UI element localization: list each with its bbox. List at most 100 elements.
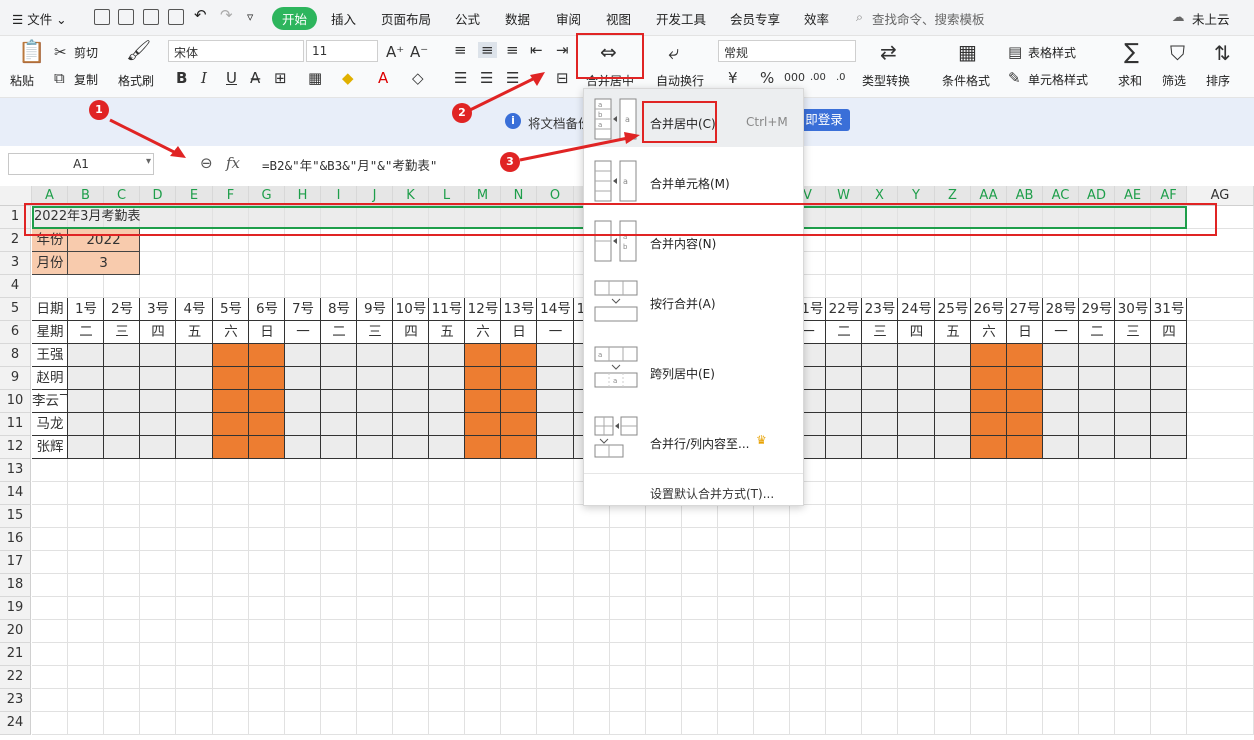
cell[interactable] (429, 551, 465, 574)
wrap-text-button[interactable]: 自动换行 (656, 72, 704, 89)
cell[interactable] (1115, 252, 1151, 275)
cell[interactable] (537, 505, 574, 528)
cell[interactable] (249, 367, 285, 390)
cell[interactable] (610, 643, 646, 666)
paste-button[interactable]: 粘贴 (10, 72, 34, 89)
cell[interactable] (898, 689, 935, 712)
cell[interactable] (213, 574, 249, 597)
cell[interactable] (465, 597, 501, 620)
decrease-decimal-icon[interactable]: .0 (836, 70, 846, 86)
menu-item-merge-by-row[interactable]: 按行合并(A) (584, 273, 803, 331)
cell[interactable] (1151, 344, 1187, 367)
cell[interactable] (537, 390, 574, 413)
sort-icon[interactable]: ⇅ (1214, 42, 1231, 64)
cell[interactable] (429, 482, 465, 505)
cell[interactable] (213, 252, 249, 275)
cell[interactable] (1187, 390, 1254, 413)
cell[interactable] (935, 252, 971, 275)
cell[interactable] (249, 505, 285, 528)
search-box[interactable]: 查找命令、搜索模板 (872, 9, 985, 28)
cell[interactable] (790, 574, 826, 597)
row-header[interactable]: 16 (0, 528, 31, 551)
cell[interactable] (140, 459, 176, 482)
menu-item-center-across[interactable]: a a 跨列居中(E) (584, 341, 803, 399)
row-header[interactable]: 22 (0, 666, 31, 689)
cell[interactable] (249, 344, 285, 367)
cell[interactable] (140, 344, 176, 367)
cell[interactable] (1007, 620, 1043, 643)
cell[interactable] (971, 712, 1007, 735)
cell[interactable] (357, 459, 393, 482)
cell[interactable] (935, 482, 971, 505)
cell[interactable] (862, 666, 898, 689)
cell[interactable] (465, 367, 501, 390)
cell[interactable] (393, 666, 429, 689)
cell[interactable] (1043, 620, 1079, 643)
cell[interactable] (213, 620, 249, 643)
cell[interactable] (1043, 574, 1079, 597)
cell[interactable] (32, 459, 68, 482)
cell[interactable] (682, 666, 718, 689)
row-header[interactable]: 8 (0, 344, 31, 367)
redo-icon[interactable]: ↷ (220, 6, 233, 24)
align-bottom-icon[interactable]: ≡ (506, 42, 519, 58)
cell[interactable] (718, 712, 754, 735)
cell[interactable] (68, 643, 104, 666)
cell[interactable] (213, 551, 249, 574)
cell[interactable] (1007, 482, 1043, 505)
row-header[interactable]: 4 (0, 275, 31, 298)
cell[interactable] (68, 712, 104, 735)
cell[interactable] (754, 666, 790, 689)
underline-icon[interactable]: U (226, 70, 237, 86)
cell[interactable] (249, 482, 285, 505)
row-header[interactable]: 18 (0, 574, 31, 597)
cell[interactable] (718, 620, 754, 643)
increase-font-icon[interactable]: A⁺ (386, 44, 404, 60)
cell[interactable] (249, 666, 285, 689)
cell[interactable] (537, 712, 574, 735)
align-top-icon[interactable]: ≡ (454, 42, 467, 58)
cell[interactable] (718, 505, 754, 528)
cell[interactable] (754, 574, 790, 597)
cell[interactable] (610, 666, 646, 689)
cell[interactable] (249, 620, 285, 643)
filter-button[interactable]: 筛选 (1162, 72, 1186, 89)
cell[interactable] (898, 275, 935, 298)
cell[interactable] (140, 482, 176, 505)
cell[interactable] (971, 367, 1007, 390)
cell[interactable] (429, 666, 465, 689)
filter-icon[interactable]: ⛉ (1170, 42, 1185, 64)
cell[interactable] (429, 344, 465, 367)
cell[interactable] (213, 275, 249, 298)
cell[interactable] (971, 620, 1007, 643)
border-icon[interactable]: ⊞ (274, 70, 287, 86)
cell[interactable] (285, 505, 321, 528)
cell[interactable] (140, 367, 176, 390)
cell[interactable] (971, 574, 1007, 597)
row-header[interactable]: 3 (0, 252, 31, 275)
row-header[interactable]: 20 (0, 620, 31, 643)
cell[interactable] (610, 689, 646, 712)
cell[interactable] (537, 436, 574, 459)
cell[interactable] (68, 367, 104, 390)
cell[interactable] (465, 666, 501, 689)
cell[interactable] (213, 597, 249, 620)
cell[interactable] (826, 597, 862, 620)
cell[interactable] (646, 712, 682, 735)
cell[interactable] (213, 459, 249, 482)
cell[interactable] (935, 689, 971, 712)
cell[interactable] (826, 390, 862, 413)
print-icon[interactable] (143, 9, 159, 25)
row-header[interactable]: 14 (0, 482, 31, 505)
cell[interactable] (501, 390, 537, 413)
cell[interactable] (176, 413, 213, 436)
cell[interactable] (682, 551, 718, 574)
cell[interactable] (1187, 275, 1254, 298)
cell[interactable] (1079, 505, 1115, 528)
cell[interactable] (140, 436, 176, 459)
cell[interactable] (285, 344, 321, 367)
cell[interactable] (1187, 505, 1254, 528)
cell[interactable] (429, 505, 465, 528)
scissors-icon[interactable]: ✂ (54, 44, 67, 60)
cell[interactable] (68, 505, 104, 528)
